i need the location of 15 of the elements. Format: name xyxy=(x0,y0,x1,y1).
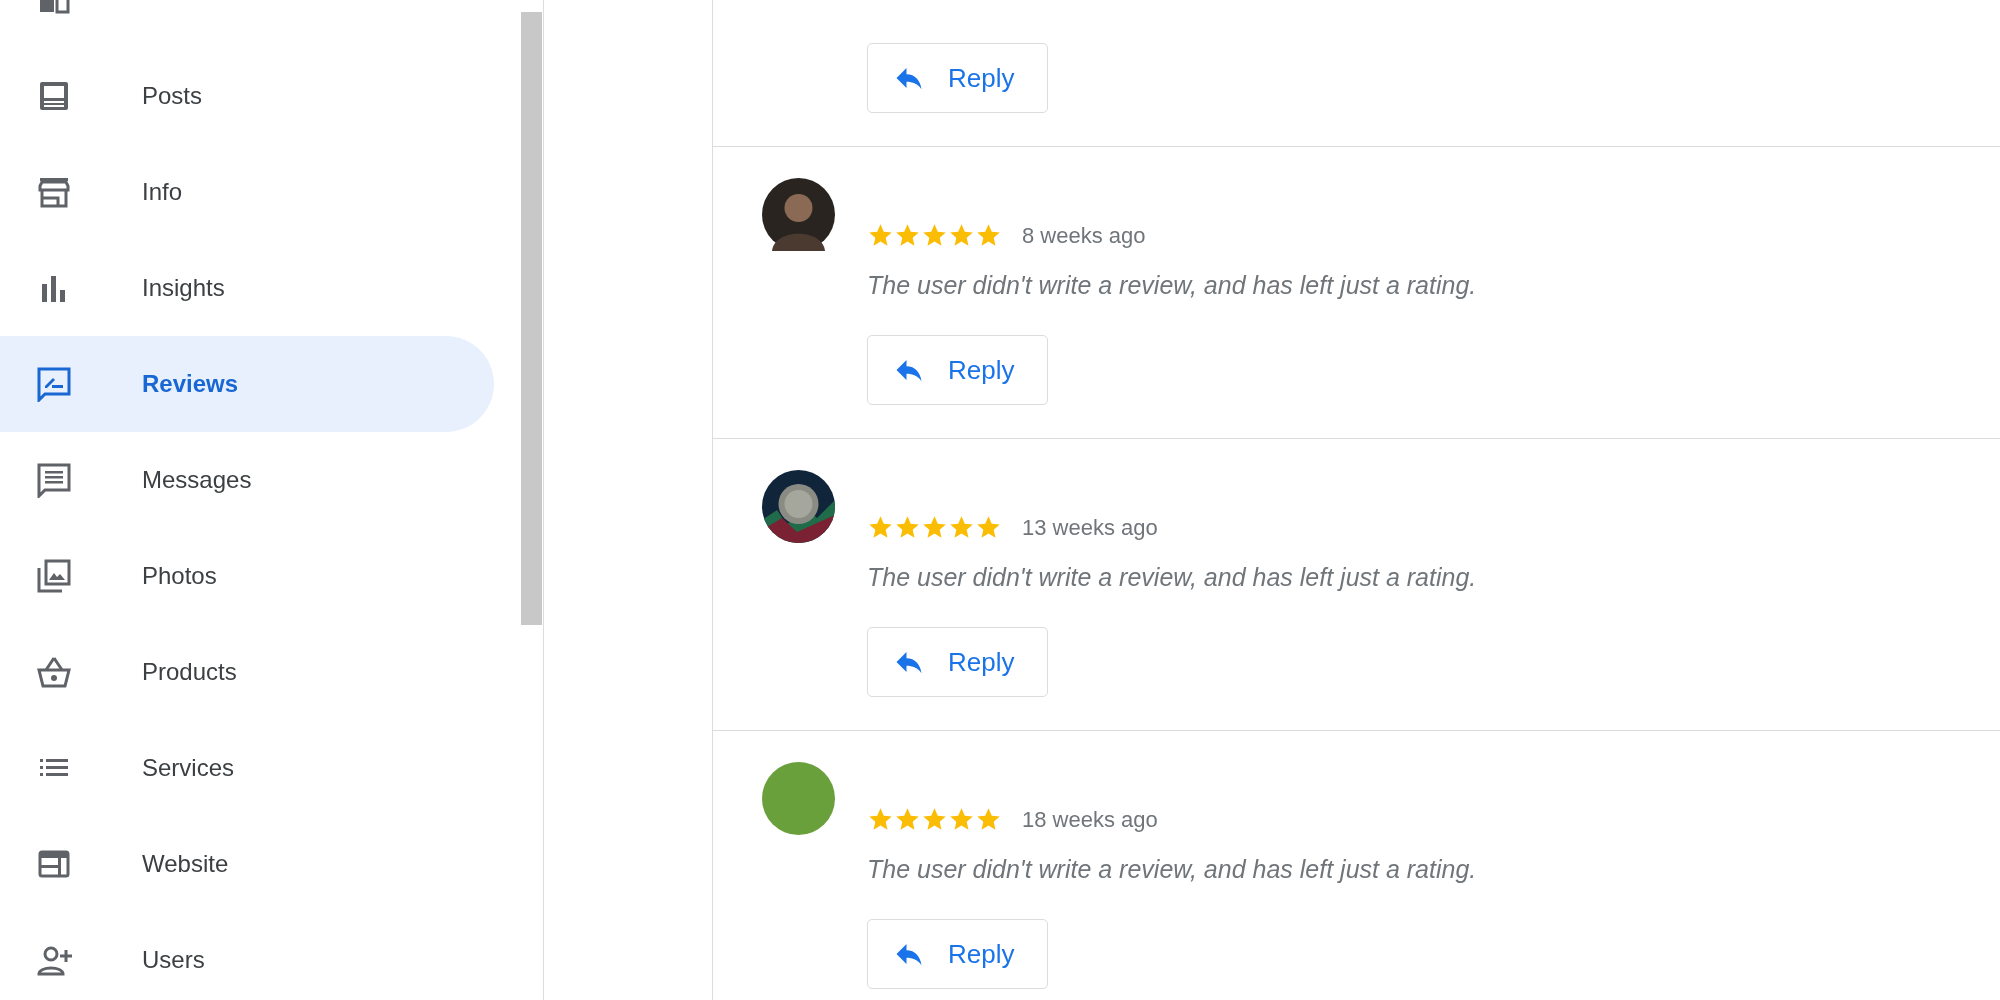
scrollbar-thumb[interactable] xyxy=(521,12,542,625)
review-time: 18 weeks ago xyxy=(1022,805,1158,834)
review-icon xyxy=(36,366,72,402)
reply-button[interactable]: Reply xyxy=(867,627,1048,697)
reply-button[interactable]: Reply xyxy=(867,43,1048,113)
reply-button[interactable]: Reply xyxy=(867,919,1048,989)
review-time: 13 weeks ago xyxy=(1022,513,1158,542)
review-text: The user didn't write a review, and has left just a rating. xyxy=(867,854,1477,881)
review-text: The user didn't write a review, and has left just a rating. xyxy=(867,562,1477,589)
review-time: 8 weeks ago xyxy=(1022,221,1146,250)
reply-button[interactable]: Reply xyxy=(867,335,1048,405)
sidebar-item[interactable]: Reviews xyxy=(0,336,494,432)
photos-icon xyxy=(36,558,72,594)
message-icon xyxy=(36,462,72,498)
review-text: The user didn't write a review, and has left just a rating. xyxy=(867,270,1477,297)
